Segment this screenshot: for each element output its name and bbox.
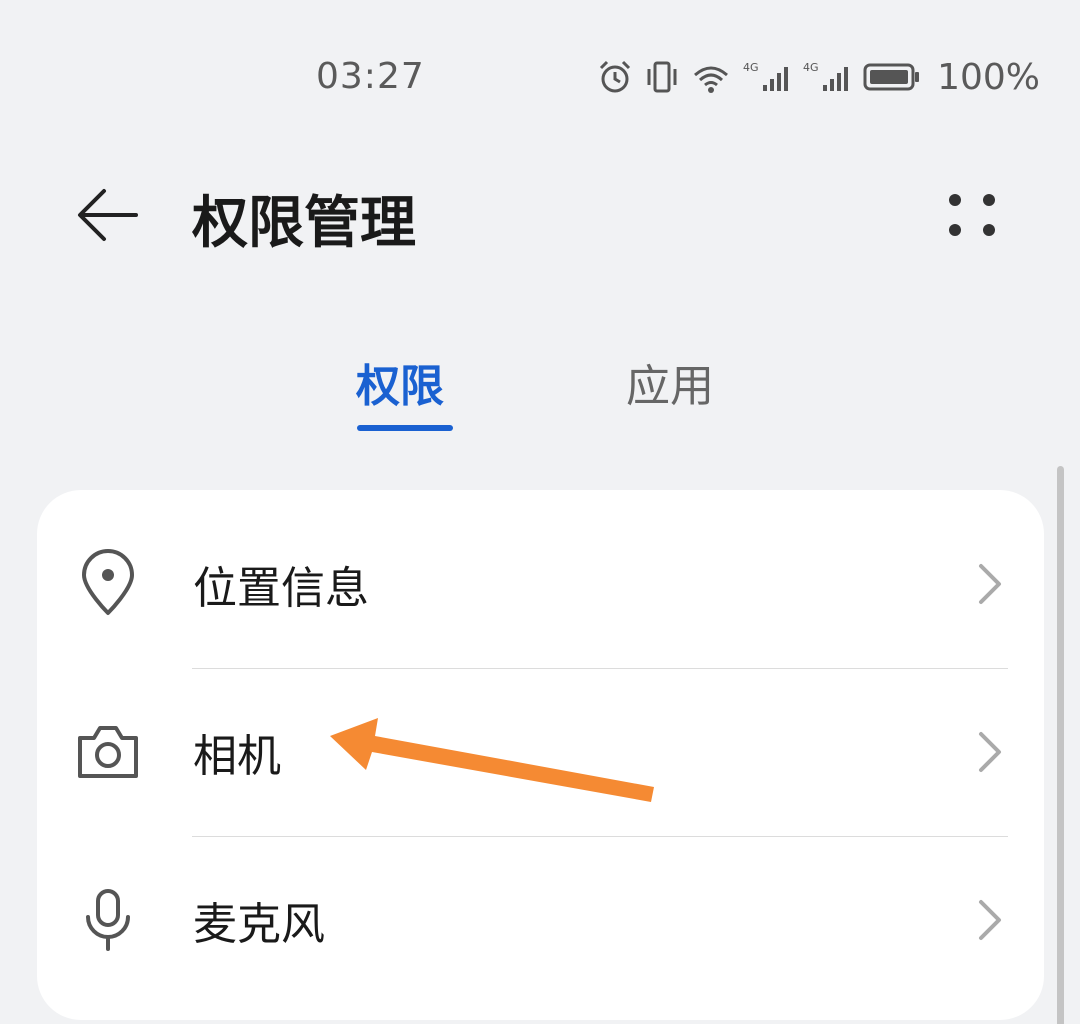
camera-icon <box>73 717 143 787</box>
vibrate-icon <box>647 61 677 93</box>
active-tab-indicator <box>357 425 453 431</box>
more-dot <box>949 224 961 236</box>
permission-list-card: 位置信息 相机 麦克风 <box>37 490 1044 1020</box>
permission-management-screen: 03:27 4G 4G 100% 权限管理 权限 应用 位置信息 相机 麦克风 <box>0 0 1080 1024</box>
wifi-6-icon <box>694 66 729 93</box>
chevron-right-icon <box>975 898 1005 942</box>
alarm-icon <box>600 60 631 93</box>
arrow-left-icon <box>78 189 138 241</box>
more-dot <box>983 194 995 206</box>
scrollbar[interactable] <box>1057 466 1064 1024</box>
list-item-label: 位置信息 <box>193 563 369 614</box>
signal-4g-icon: 4G <box>803 61 849 91</box>
tab-permissions[interactable]: 权限 <box>356 350 444 414</box>
svg-text:4G: 4G <box>743 61 759 74</box>
list-item-camera[interactable]: 相机 <box>37 668 1044 836</box>
microphone-icon <box>73 885 143 955</box>
list-item-microphone[interactable]: 麦克风 <box>37 836 1044 1004</box>
tab-apps[interactable]: 应用 <box>626 350 714 414</box>
signal-4g-icon: 4G <box>743 61 789 91</box>
more-dot <box>983 224 995 236</box>
svg-text:4G: 4G <box>803 61 819 74</box>
location-pin-icon <box>73 549 143 619</box>
battery-icon <box>863 63 920 91</box>
list-item-label: 麦克风 <box>193 899 325 950</box>
back-button[interactable] <box>70 180 144 250</box>
chevron-right-icon <box>975 562 1005 606</box>
page-title: 权限管理 <box>192 191 416 256</box>
more-dots-icon <box>949 194 961 206</box>
chevron-right-icon <box>975 730 1005 774</box>
list-item-location[interactable]: 位置信息 <box>37 500 1044 668</box>
status-time: 03:27 <box>316 56 425 97</box>
more-options-button[interactable] <box>940 184 1006 244</box>
list-item-label: 相机 <box>193 731 281 782</box>
battery-percentage: 100% <box>937 56 1040 98</box>
status-icons: 4G 4G 100% <box>597 52 1040 102</box>
